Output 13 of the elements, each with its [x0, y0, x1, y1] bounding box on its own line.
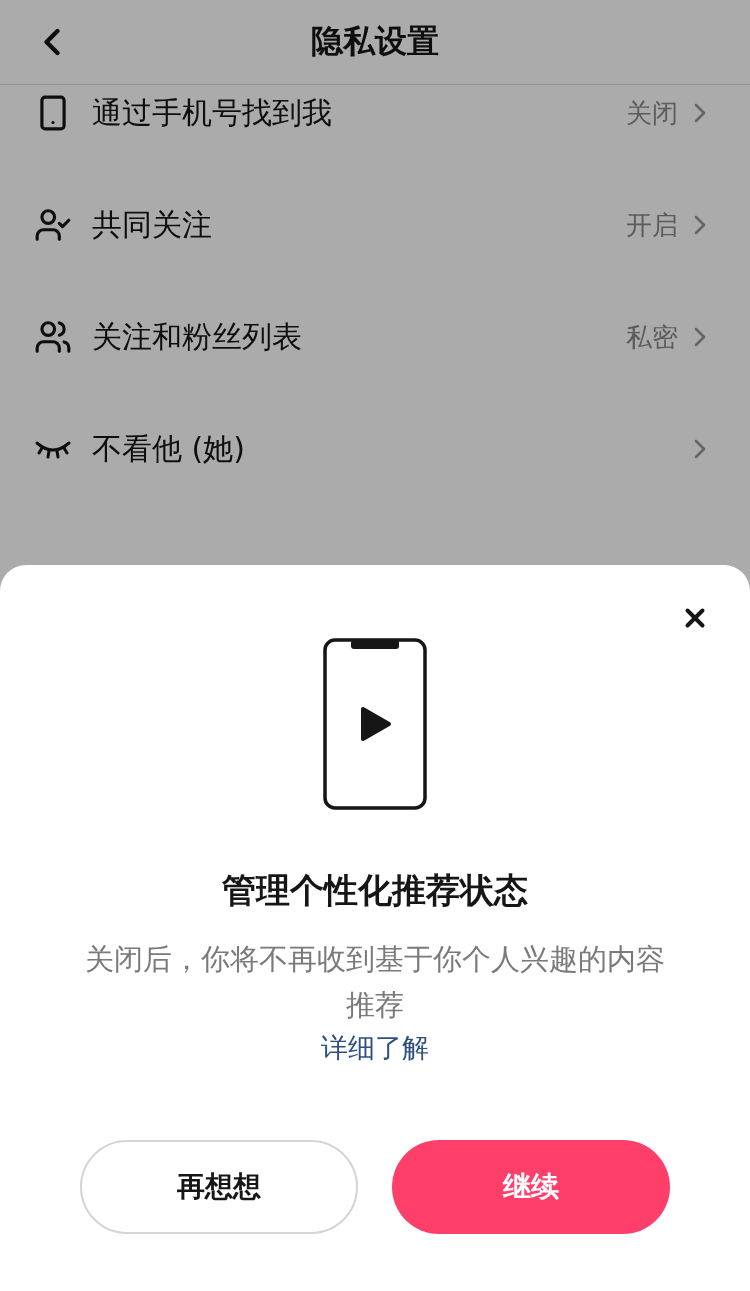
setting-label[interactable]: 关注和粉丝列表 — [92, 316, 626, 358]
setting-label[interactable]: 共同关注 — [92, 204, 626, 246]
setting-value: 私密 — [626, 320, 678, 354]
learn-more-link[interactable]: 详细了解 — [321, 1028, 429, 1068]
setting-value: 关闭 — [626, 96, 678, 130]
phone-play-icon — [323, 638, 427, 810]
setting-value: 开启 — [626, 208, 678, 242]
setting-label[interactable]: 通过手机号找到我 — [92, 92, 626, 134]
sheet-title: 管理个性化推荐状态 — [222, 869, 528, 912]
reconsider-button[interactable]: 再想想 — [80, 1140, 358, 1234]
sheet-description: 关闭后，你将不再收到基于你个人兴趣的内容推荐 — [84, 941, 666, 1024]
setting-label[interactable]: 不看他 (她) — [92, 428, 684, 470]
page-title: 隐私设置 — [311, 21, 439, 62]
